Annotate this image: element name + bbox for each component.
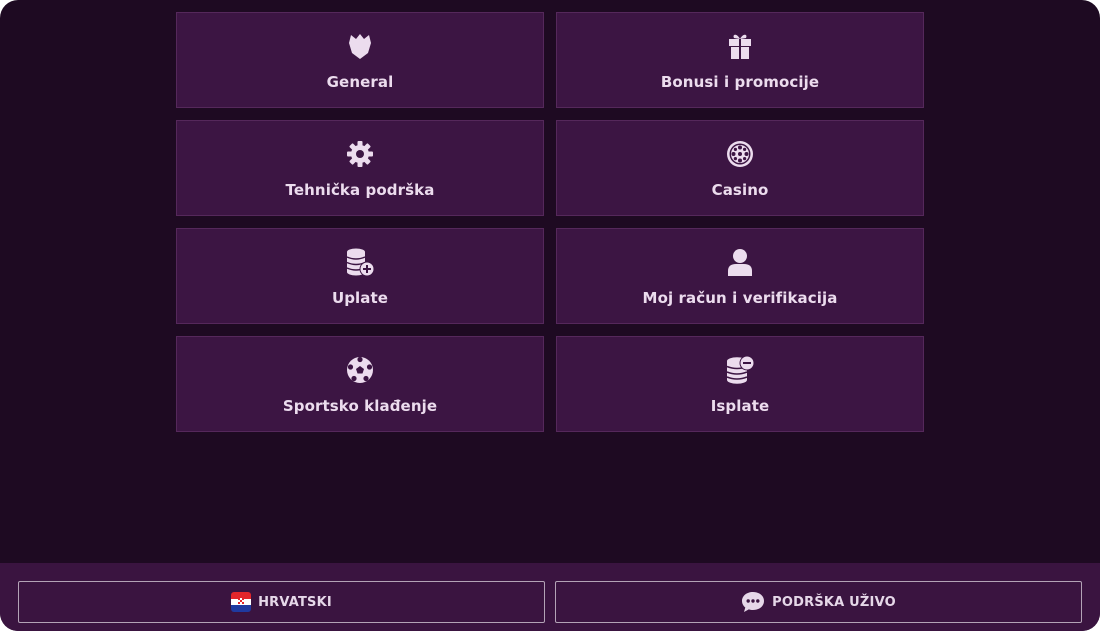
category-label: Sportsko klađenje [282, 397, 438, 415]
croatia-flag-icon [231, 592, 252, 612]
language-button[interactable]: HRVATSKI [18, 581, 545, 623]
user-icon [725, 247, 755, 277]
category-label: Moj račun i verifikacija [642, 289, 838, 307]
coins-minus-icon [725, 355, 755, 385]
category-label: Tehnička podrška [285, 181, 435, 199]
gift-icon [725, 31, 755, 61]
category-withdrawals[interactable]: Isplate [556, 336, 924, 432]
gear-icon [345, 139, 375, 169]
live-support-button[interactable]: PODRŠKA UŽIVO [555, 581, 1082, 623]
category-label: Bonusi i promocije [660, 73, 820, 91]
crest-icon [345, 31, 375, 61]
category-deposits[interactable]: Uplate [176, 228, 544, 324]
soccer-ball-icon [345, 355, 375, 385]
category-technical-support[interactable]: Tehnička podrška [176, 120, 544, 216]
footer-bar: HRVATSKI PODRŠKA UŽIVO [0, 563, 1100, 631]
language-label: HRVATSKI [258, 594, 332, 610]
category-casino[interactable]: Casino [556, 120, 924, 216]
category-label: General [326, 73, 394, 91]
live-support-label: PODRŠKA UŽIVO [772, 594, 896, 610]
category-bonuses[interactable]: Bonusi i promocije [556, 12, 924, 108]
category-grid: General Bonusi i promocije Tehnička podr… [176, 12, 924, 432]
category-general[interactable]: General [176, 12, 544, 108]
casino-chip-icon [725, 139, 755, 169]
chat-bubble-icon [741, 591, 765, 613]
coins-plus-icon [345, 247, 375, 277]
category-account-verification[interactable]: Moj račun i verifikacija [556, 228, 924, 324]
category-sports-betting[interactable]: Sportsko klađenje [176, 336, 544, 432]
category-label: Uplate [331, 289, 389, 307]
category-label: Isplate [710, 397, 770, 415]
category-label: Casino [711, 181, 769, 199]
support-window: General Bonusi i promocije Tehnička podr… [0, 0, 1100, 631]
